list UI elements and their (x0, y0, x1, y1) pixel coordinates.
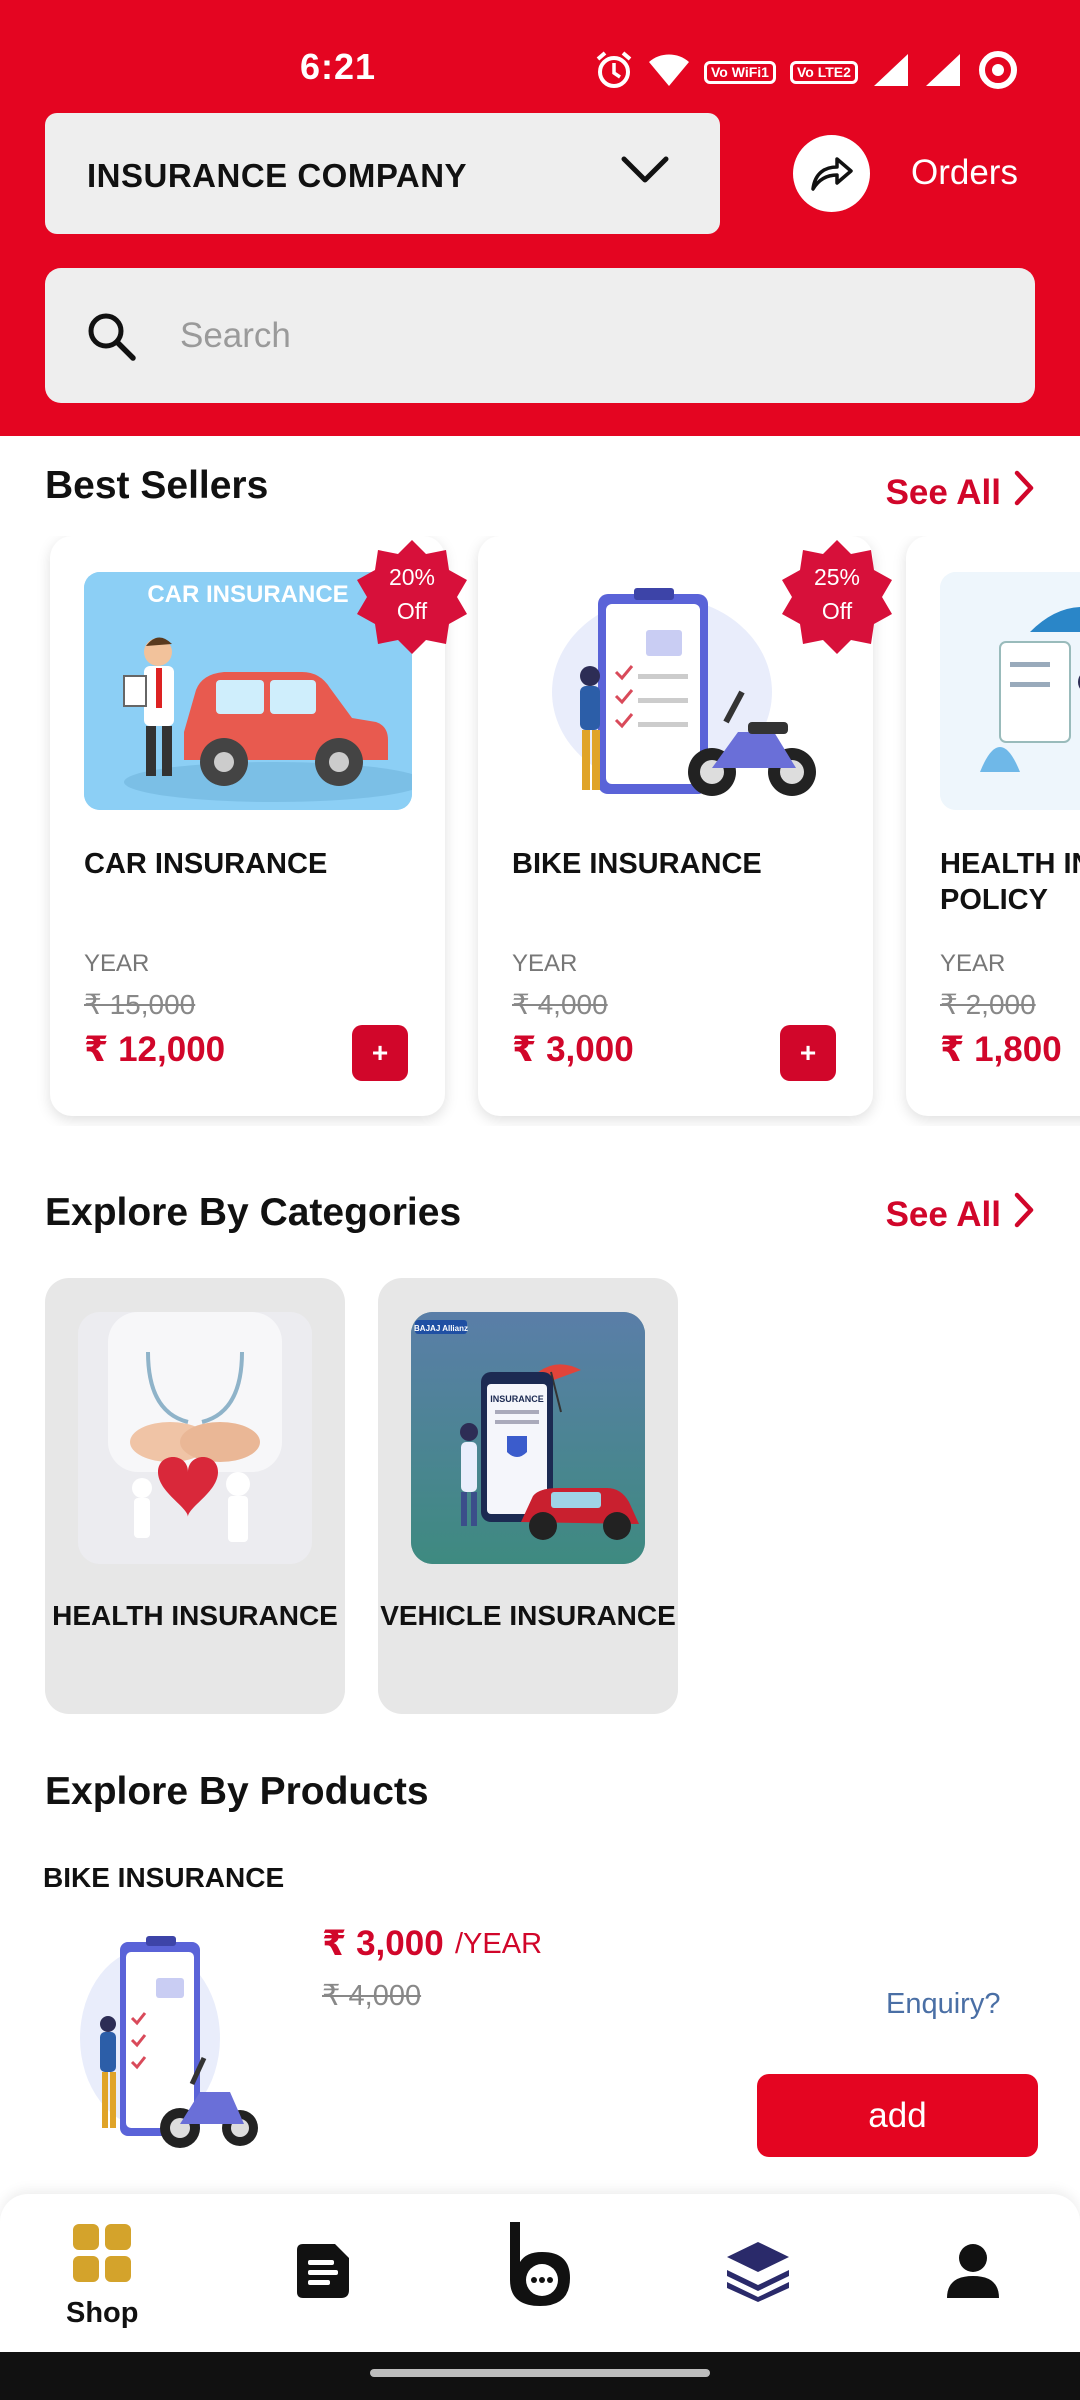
product-name: HEALTH INSURANCE POLICY (940, 848, 1080, 916)
categories-see-all[interactable]: See All (886, 1192, 1035, 1237)
bike-insurance-product-image[interactable] (60, 1928, 260, 2156)
search-bar (45, 268, 1035, 403)
category-label: VEHICLE INSURANCE (380, 1600, 676, 1631)
product-category-label: BIKE INSURANCE (43, 1862, 285, 1893)
nav-shop[interactable]: Shop (66, 2222, 139, 2330)
system-navigation-bar (0, 2352, 1080, 2400)
wifi-icon (648, 52, 690, 93)
discount-percent: 20% (388, 564, 436, 590)
product-price: ₹ 3,000 (322, 1924, 444, 1963)
best-sellers-title: Best Sellers (45, 464, 269, 507)
discount-percent: 25% (813, 564, 861, 590)
add-to-cart-button[interactable]: + (352, 1025, 408, 1081)
product-card-health-insurance[interactable]: HEALTH INSURANCE POLICY YEAR ₹ 2,000 ₹ 1… (906, 536, 1080, 1116)
discount-badge: 25% Off (776, 536, 898, 658)
image-insurance-text: INSURANCE (490, 1394, 544, 1404)
nav-profile[interactable] (945, 2242, 1001, 2305)
product-price: ₹ 1,800 (940, 1030, 1062, 1069)
chevron-right-icon (1013, 1192, 1035, 1237)
orders-button[interactable]: Orders (793, 130, 1053, 216)
status-time: 6:21 (300, 46, 377, 87)
app-header: 6:21 Vo WiFi1 Vo LTE2 INSURANCE COMPANY (0, 0, 1080, 436)
insurance-company-dropdown[interactable]: INSURANCE COMPANY (45, 113, 720, 234)
vowifi-chip: Vo WiFi1 (704, 61, 776, 84)
categories-title: Explore By Categories (45, 1191, 462, 1234)
best-sellers-carousel[interactable]: CAR INSURANCE CAR INSURANCE YEAR ₹ 15,00… (0, 536, 1080, 1126)
see-all-label: See All (885, 472, 1001, 512)
category-card-health-insurance[interactable]: HEALTH INSURANCE (45, 1278, 345, 1714)
notes-icon (295, 2242, 351, 2305)
product-price: ₹ 3,000 (512, 1030, 634, 1069)
discount-off: Off (396, 598, 428, 624)
discount-badge: 20% Off (351, 536, 473, 658)
nav-shop-label: Shop (66, 2297, 139, 2329)
nav-categories[interactable] (725, 2240, 791, 2307)
alarm-icon (594, 50, 634, 95)
product-name: CAR INSURANCE (84, 848, 328, 880)
nav-orders[interactable] (295, 2242, 351, 2305)
product-period: YEAR (84, 950, 150, 977)
category-label: HEALTH INSURANCE (52, 1600, 338, 1631)
search-icon (85, 310, 137, 367)
product-price: ₹ 12,000 (84, 1030, 226, 1069)
share-icon (793, 134, 870, 212)
enquiry-link[interactable]: Enquiry? (886, 1988, 1000, 2021)
product-mrp: ₹ 2,000 (940, 989, 1036, 1020)
product-name: BIKE INSURANCE (512, 848, 762, 880)
product-mrp: ₹ 4,000 (322, 1980, 422, 2012)
signal-icon-1 (872, 52, 910, 93)
signal-icon-2 (924, 52, 962, 93)
search-input[interactable] (180, 301, 980, 371)
layers-icon (725, 2240, 791, 2307)
company-dropdown-label: INSURANCE COMPANY (87, 157, 468, 194)
nav-chat[interactable] (504, 2218, 576, 2315)
data-saver-icon (976, 48, 1020, 97)
add-to-cart-button[interactable]: + (780, 1025, 836, 1081)
car-image-title: CAR INSURANCE (147, 581, 348, 608)
status-bar: 6:21 Vo WiFi1 Vo LTE2 (0, 0, 1080, 110)
grid-icon (71, 2222, 133, 2289)
see-all-label: See All (885, 1194, 1001, 1234)
vehicle-insurance-category-image: BAJAJ Allianz INSURANCE (411, 1312, 645, 1564)
discount-off: Off (821, 598, 853, 624)
chevron-right-icon (1013, 470, 1035, 515)
add-button[interactable]: add (757, 2074, 1038, 2157)
product-price-unit: /YEAR (455, 1928, 543, 1960)
chat-logo-icon (504, 2218, 576, 2315)
product-period: YEAR (940, 950, 1006, 977)
health-insurance-image (940, 572, 1080, 810)
best-sellers-see-all[interactable]: See All (886, 470, 1035, 515)
image-brand-chip: BAJAJ Allianz (414, 1324, 468, 1333)
chevron-down-icon (620, 153, 670, 192)
products-title: Explore By Products (45, 1770, 429, 1813)
product-mrp: ₹ 4,000 (512, 989, 608, 1020)
category-card-vehicle-insurance[interactable]: BAJAJ Allianz INSURANCE VEHICLE INSURANC… (378, 1278, 678, 1714)
health-insurance-category-image (78, 1312, 312, 1564)
bottom-navigation: Shop (0, 2194, 1080, 2352)
home-gesture-pill[interactable] (370, 2369, 710, 2377)
volte-chip: Vo LTE2 (789, 61, 858, 84)
product-mrp: ₹ 15,000 (84, 989, 196, 1020)
product-period: YEAR (512, 950, 578, 977)
orders-label: Orders (911, 153, 1018, 192)
user-icon (945, 2242, 1001, 2305)
status-icons: Vo WiFi1 Vo LTE2 (594, 48, 1020, 97)
